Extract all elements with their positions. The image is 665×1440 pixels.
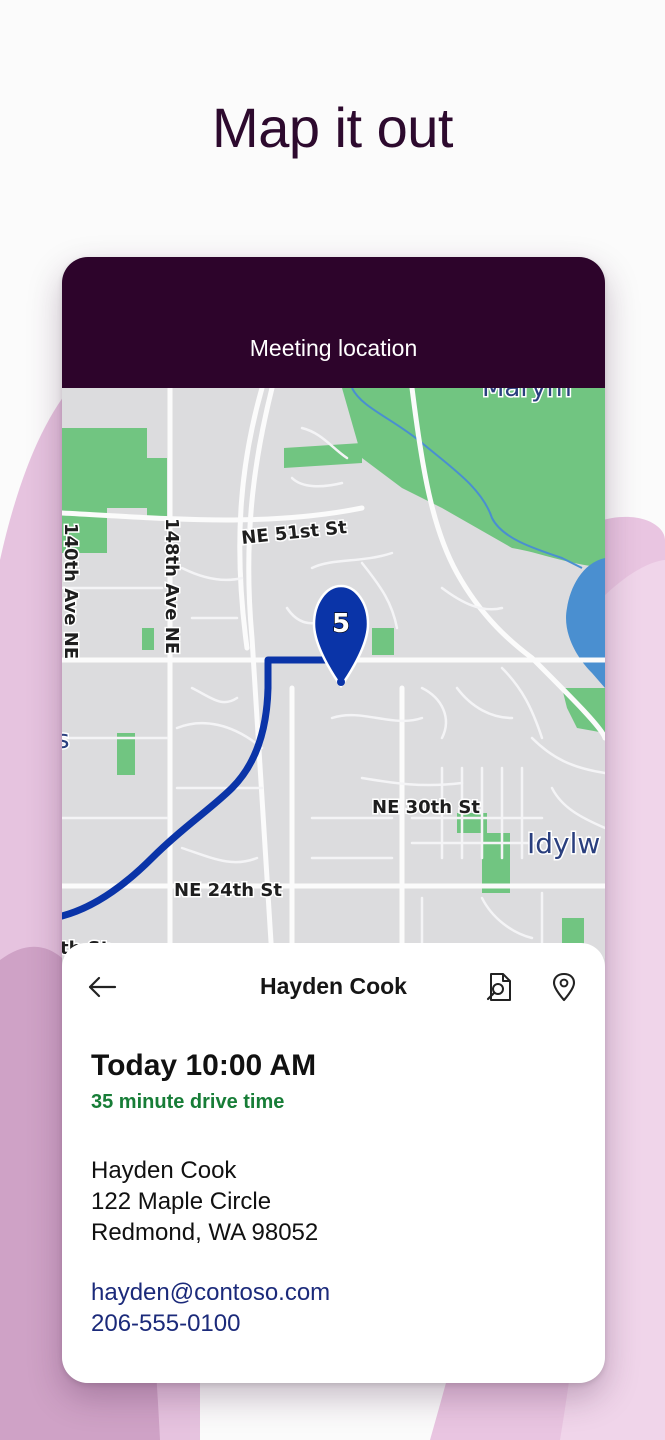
address-block: Hayden Cook 122 Maple Circle Redmond, WA…	[91, 1155, 318, 1248]
contact-search-icon	[486, 973, 511, 1001]
header-title: Meeting location	[249, 335, 418, 361]
map-pin-icon	[552, 972, 576, 1002]
contact-name-title: Hayden Cook	[260, 973, 407, 999]
address-name: Hayden Cook	[91, 1157, 237, 1184]
park-area	[142, 628, 154, 650]
phone-link[interactable]: 206-555-0100	[91, 1310, 240, 1338]
email-link[interactable]: hayden@contoso.com	[91, 1279, 330, 1307]
contact-card-button[interactable]	[480, 967, 520, 1007]
map-canvas[interactable]: 5 NE 51st St NE 30th St NE 24th St 148th…	[62, 372, 605, 961]
park-area	[372, 628, 394, 655]
pin-number: 5	[332, 609, 350, 639]
details-sheet: Hayden Cook Today 10:00 AM 35 minute dri…	[62, 943, 605, 1383]
place-label-idylwood: Idylw	[527, 827, 600, 860]
place-label-marymoor: Marym	[482, 388, 572, 403]
drive-time: 35 minute drive time	[91, 1091, 285, 1113]
park-area	[117, 733, 135, 775]
place-label-partial: s	[62, 725, 70, 755]
map-view[interactable]: 5 NE 51st St NE 30th St NE 24th St 148th…	[62, 372, 605, 961]
street-label-140th-ave: 140th Ave NE	[62, 523, 81, 659]
page-headline: Map it out	[212, 96, 453, 159]
street-label-ne-30th: NE 30th St	[372, 797, 480, 818]
address-city: Redmond, WA 98052	[91, 1219, 319, 1246]
location-button[interactable]	[544, 967, 584, 1007]
street-label-148th-ave: 148th Ave NE	[161, 518, 182, 654]
phone-frame: Meeting location 5 NE 51st St NE 30th St…	[62, 257, 605, 1383]
street-label-ne-24th: NE 24th St	[174, 880, 282, 901]
park-area	[147, 458, 167, 518]
appointment-time: Today 10:00 AM	[91, 1049, 317, 1082]
address-street: 122 Maple Circle	[91, 1188, 272, 1215]
details-toolbar: Hayden Cook	[62, 943, 605, 1031]
app-header: Meeting location	[62, 257, 605, 388]
